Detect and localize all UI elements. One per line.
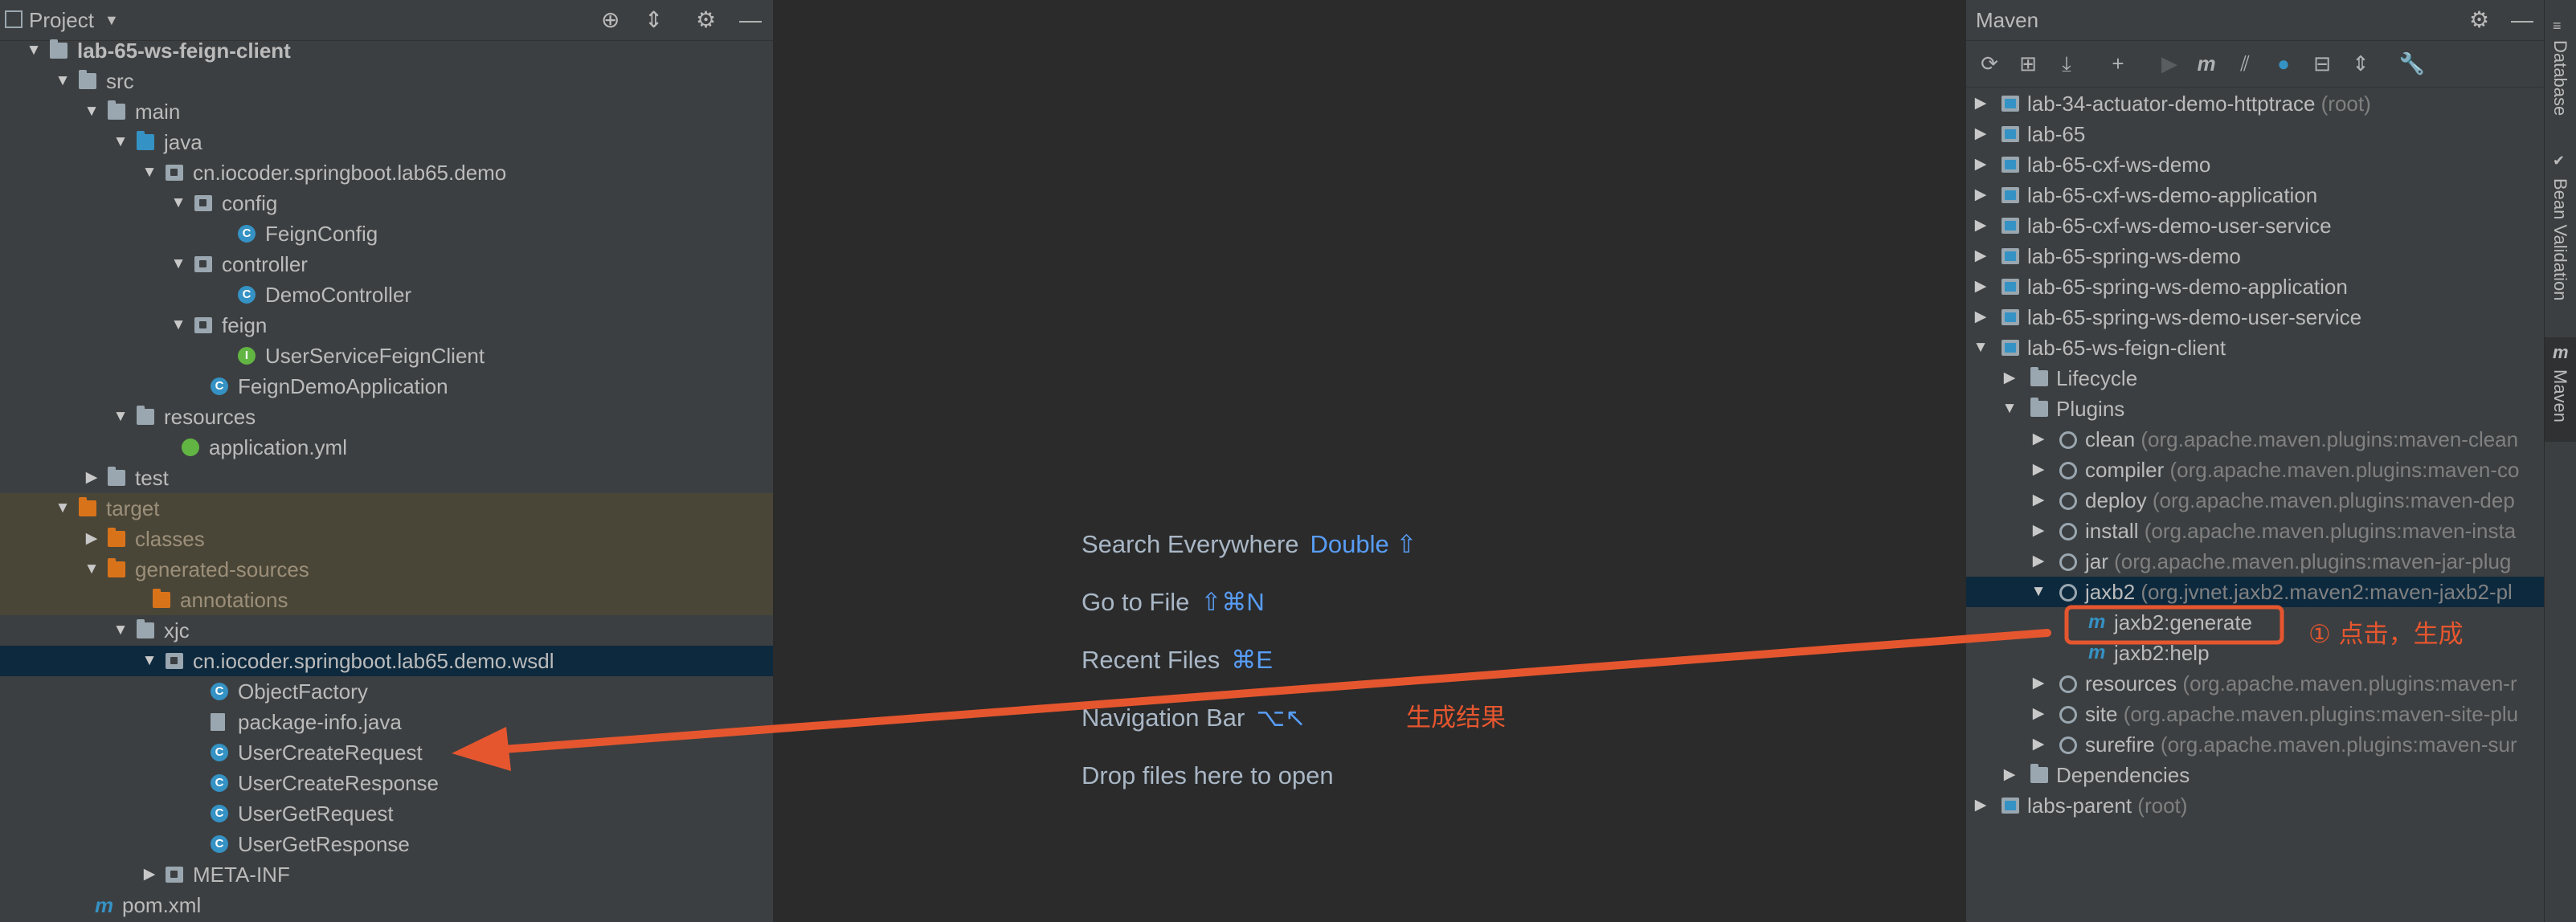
annotation-overlay: [452, 605, 2284, 771]
annotation-arrow-line: [478, 629, 2051, 755]
annotation-arrow-head: [452, 727, 511, 771]
annotation-highlight-box: [2064, 605, 2284, 645]
